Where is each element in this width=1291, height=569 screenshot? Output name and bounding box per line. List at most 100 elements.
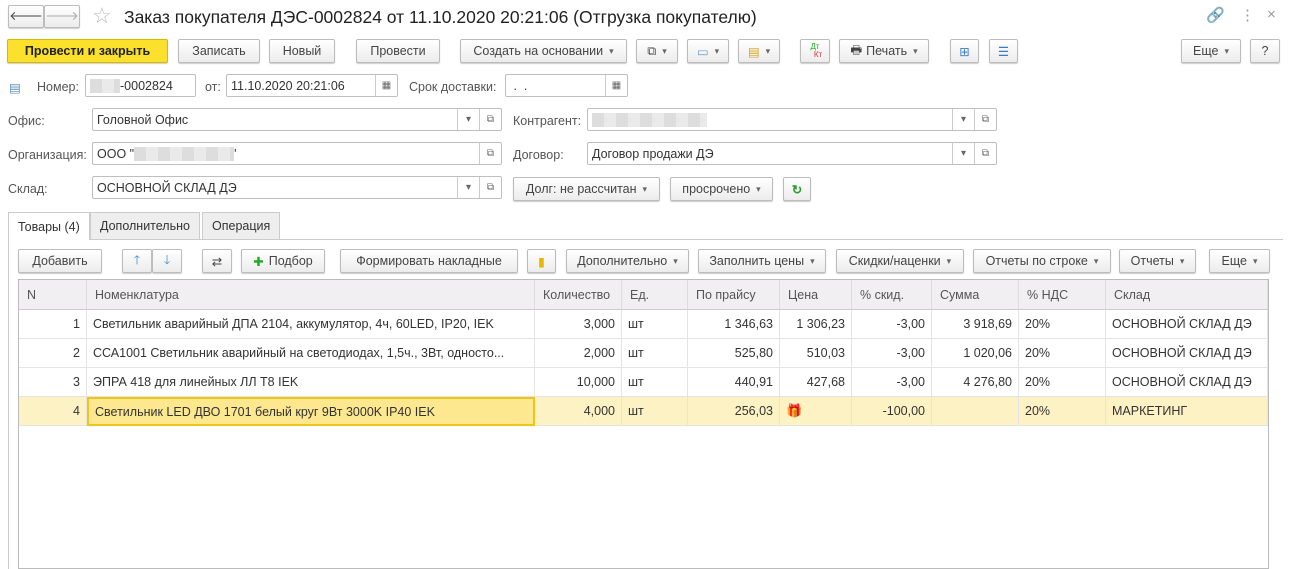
pick-button[interactable]: ✚ Подбор [241,249,325,273]
cell-discount[interactable]: -3,00 [852,310,932,339]
number-field[interactable]: -0002824 [85,74,196,97]
column-header-discount[interactable]: % скид. [852,280,932,310]
column-header-price[interactable]: Цена [780,280,852,310]
cell-list-price[interactable]: 256,03 [688,397,780,426]
cell-warehouse[interactable]: ОСНОВНОЙ СКЛАД ДЭ [1106,368,1268,397]
tab-operation[interactable]: Операция [202,212,281,239]
column-header-quantity[interactable]: Количество [535,280,622,310]
cell-list-price[interactable]: 440,91 [688,368,780,397]
cell-n[interactable]: 3 [19,368,87,397]
column-header-n[interactable]: N [19,280,87,310]
dropdown-icon[interactable]: ▾ [457,177,479,198]
cell-warehouse[interactable]: ОСНОВНОЙ СКЛАД ДЭ [1106,339,1268,368]
cell-discount[interactable]: -3,00 [852,339,932,368]
column-header-warehouse[interactable]: Склад [1106,280,1268,310]
cell-unit[interactable]: шт [622,397,688,426]
table-row[interactable]: 1 Светильник аварийный ДПА 2104, аккумуля… [19,310,1268,339]
cell-vat[interactable]: 20% [1019,310,1106,339]
debt-button[interactable]: Долг: не рассчитан [513,177,660,201]
cell-nomenclature[interactable]: ССА1001 Светильник аварийный на светодио… [87,339,535,368]
new-button[interactable]: Новый [269,39,335,63]
open-icon[interactable]: ⧉ [974,109,996,130]
list-button[interactable]: ☰ [989,39,1018,63]
help-button[interactable]: ? [1250,39,1280,63]
cell-nomenclature[interactable]: ЭПРА 418 для линейных ЛЛ Т8 IEK [87,368,535,397]
chart-button[interactable]: ▮ [527,249,556,273]
cell-quantity[interactable]: 4,000 [535,397,622,426]
cell-discount[interactable]: -100,00 [852,397,932,426]
cell-price[interactable]: 510,03 [780,339,852,368]
column-header-list-price[interactable]: По прайсу [688,280,780,310]
cell-nomenclature[interactable]: Светильник аварийный ДПА 2104, аккумулят… [87,310,535,339]
cell-sum[interactable] [932,397,1019,426]
cell-unit[interactable]: шт [622,310,688,339]
add-button[interactable]: Добавить [18,249,102,273]
print-button[interactable]: 🖶 Печать [839,39,929,63]
structure-button[interactable]: ⊞ [950,39,979,63]
more-menu-icon[interactable]: ⋮ [1240,6,1255,24]
dropdown-icon[interactable]: ▾ [457,109,479,130]
cell-price[interactable]: 1 306,23 [780,310,852,339]
organization-field[interactable]: ООО " ' ⧉ [92,142,502,165]
tab-goods[interactable]: Товары (4) [8,212,90,240]
forward-button[interactable]: 🡒 [44,5,80,28]
cell-sum[interactable]: 1 020,06 [932,339,1019,368]
related-docs-button[interactable]: ⧉ [636,39,678,63]
cell-sum[interactable]: 3 918,69 [932,310,1019,339]
open-icon[interactable]: ⧉ [479,177,501,198]
cell-warehouse[interactable]: МАРКЕТИНГ [1106,397,1268,426]
overdue-button[interactable]: просрочено [670,177,773,201]
favorite-star-icon[interactable]: ☆ [92,3,112,29]
cell-nomenclature[interactable]: Светильник LED ДВО 1701 белый круг 9Вт 3… [87,397,535,426]
table-more-button[interactable]: Еще [1209,249,1270,273]
counterparty-field[interactable]: ▾ ⧉ [587,108,997,131]
column-header-unit[interactable]: Ед. [622,280,688,310]
cell-sum[interactable]: 4 276,80 [932,368,1019,397]
cell-unit[interactable]: шт [622,368,688,397]
cell-vat[interactable]: 20% [1019,339,1106,368]
post-button[interactable]: Провести [356,39,440,63]
back-button[interactable]: 🡐 [8,5,44,28]
move-up-button[interactable]: 🡑 [122,249,152,273]
open-icon[interactable]: ⧉ [479,109,501,130]
open-icon[interactable]: ⧉ [974,143,996,164]
cell-quantity[interactable]: 2,000 [535,339,622,368]
cell-warehouse[interactable]: ОСНОВНОЙ СКЛАД ДЭ [1106,310,1268,339]
office-field[interactable]: Головной Офис ▾ ⧉ [92,108,502,131]
column-header-sum[interactable]: Сумма [932,280,1019,310]
reports-button[interactable]: Отчеты [1119,249,1196,273]
cell-price[interactable]: 🎁 [780,397,852,426]
reports-button[interactable]: ▤ [738,39,780,63]
delivery-date-field[interactable]: . . ▦ [505,74,628,97]
cell-vat[interactable]: 20% [1019,368,1106,397]
cell-unit[interactable]: шт [622,339,688,368]
cell-list-price[interactable]: 1 346,63 [688,310,780,339]
more-button[interactable]: Еще [1181,39,1241,63]
reorder-button[interactable]: ⇄ [202,249,232,273]
table-row[interactable]: 2 ССА1001 Светильник аварийный на светоди… [19,339,1268,368]
fill-prices-button[interactable]: Заполнить цены [698,249,826,273]
additional-button[interactable]: Дополнительно [566,249,689,273]
save-button[interactable]: Записать [178,39,260,63]
form-invoices-button[interactable]: Формировать накладные [340,249,518,273]
dropdown-icon[interactable]: ▾ [952,143,974,164]
row-reports-button[interactable]: Отчеты по строке [973,249,1111,273]
attachments-button[interactable]: ▭ [687,39,729,63]
calendar-icon[interactable]: ▦ [375,75,397,96]
column-header-vat[interactable]: % НДС [1019,280,1106,310]
calendar-icon[interactable]: ▦ [605,75,627,96]
cell-list-price[interactable]: 525,80 [688,339,780,368]
dropdown-icon[interactable]: ▾ [952,109,974,130]
cell-n[interactable]: 2 [19,339,87,368]
move-down-button[interactable]: 🡓 [152,249,182,273]
create-based-button[interactable]: Создать на основании [460,39,627,63]
goods-table[interactable]: N Номенклатура Количество Ед. По прайсу Цена%… [18,279,1269,569]
close-icon[interactable]: × [1267,6,1276,23]
column-header-nomenclature[interactable]: Номенклатура [87,280,535,310]
table-row[interactable]: 3 ЭПРА 418 для линейных ЛЛ Т8 IEK 10,000 шт… [19,368,1268,397]
refresh-button[interactable]: ↻ [783,177,811,201]
date-field[interactable]: 11.10.2020 20:21:06 ▦ [226,74,398,97]
cell-discount[interactable]: -3,00 [852,368,932,397]
discounts-button[interactable]: Скидки/наценки [836,249,964,273]
cell-quantity[interactable]: 3,000 [535,310,622,339]
